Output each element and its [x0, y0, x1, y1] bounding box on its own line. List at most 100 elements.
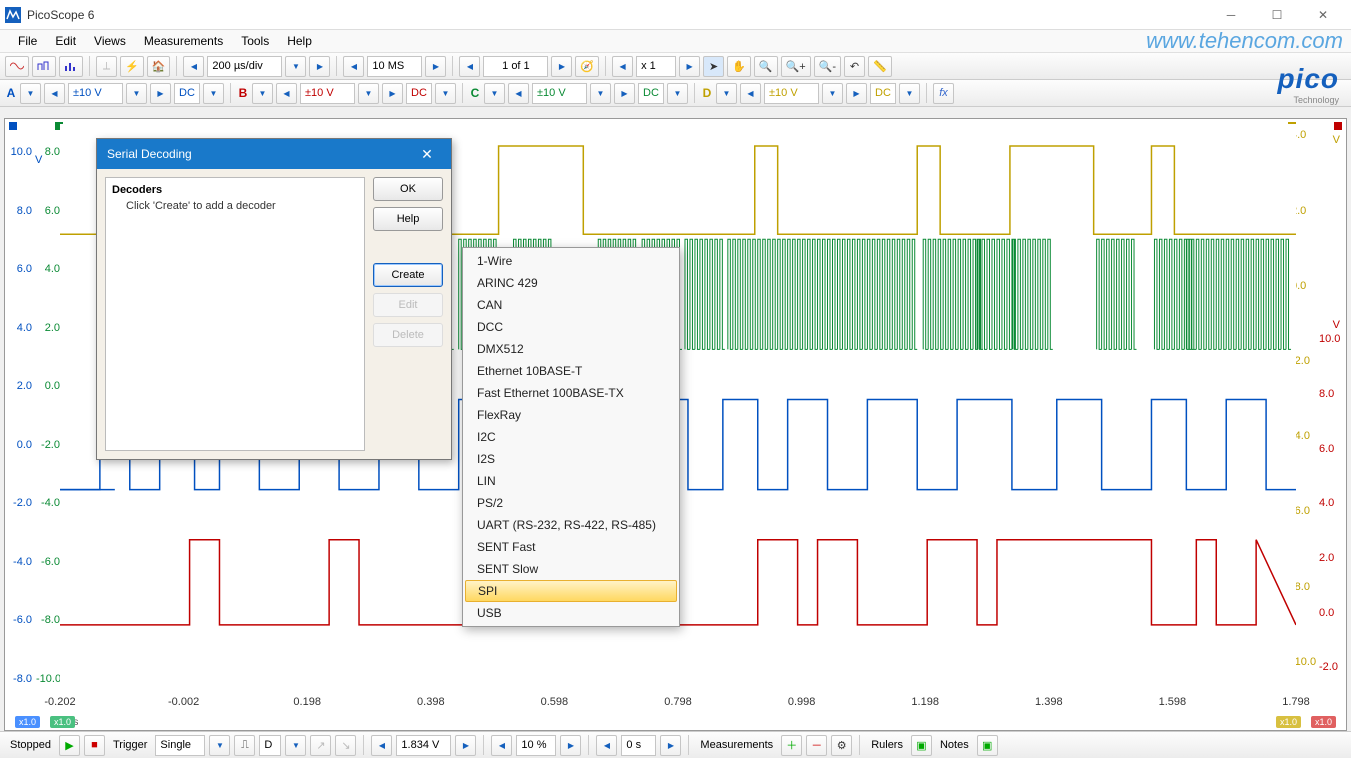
delay-prev[interactable]: ◀	[596, 735, 617, 756]
ch-b-range-next[interactable]: ▶	[382, 83, 403, 104]
close-button[interactable]: ✕	[1300, 0, 1346, 30]
trigger-pretrig[interactable]: 10 %	[516, 735, 556, 756]
ch-d-range-next[interactable]: ▶	[846, 83, 867, 104]
timediv-next[interactable]: ▶	[309, 56, 330, 77]
ch-d-range-prev[interactable]: ◀	[740, 83, 761, 104]
decoder-item-can[interactable]: CAN	[463, 294, 679, 316]
level-prev[interactable]: ◀	[371, 735, 392, 756]
ch-c-coupling[interactable]: DC	[638, 83, 664, 104]
page-first[interactable]: ◀	[459, 56, 480, 77]
trigger-falling-icon[interactable]: ↘	[335, 735, 356, 756]
ruler-tool-icon[interactable]: 📏	[868, 56, 892, 77]
notes-button[interactable]: ▣	[977, 735, 998, 756]
undo-zoom-icon[interactable]: ↶	[844, 56, 865, 77]
timediv-dropdown[interactable]: ▼	[285, 56, 306, 77]
pretrig-prev[interactable]: ◀	[491, 735, 512, 756]
ch-a-range[interactable]: ±10 V	[68, 83, 123, 104]
menu-views[interactable]: Views	[86, 31, 134, 51]
zoom-tag-red[interactable]: x1.0	[1311, 716, 1336, 728]
delay-next[interactable]: ▶	[660, 735, 681, 756]
ch-b-coupling[interactable]: DC	[406, 83, 432, 104]
ch-b-range-prev[interactable]: ◀	[276, 83, 297, 104]
pretrig-next[interactable]: ▶	[560, 735, 581, 756]
timediv-field[interactable]: 200 µs/div	[207, 56, 282, 77]
scope-mode-icon[interactable]	[5, 56, 29, 77]
dialog-titlebar[interactable]: Serial Decoding ✕	[97, 139, 451, 169]
menu-tools[interactable]: Tools	[233, 31, 277, 51]
menu-measurements[interactable]: Measurements	[136, 31, 231, 51]
decoder-item-1-wire[interactable]: 1-Wire	[463, 250, 679, 272]
zoom-next[interactable]: ▶	[679, 56, 700, 77]
ch-a-dropdown[interactable]: ▼	[20, 83, 41, 104]
menu-file[interactable]: File	[10, 31, 45, 51]
pointer-icon[interactable]: ➤	[703, 56, 724, 77]
samples-next[interactable]: ▶	[425, 56, 446, 77]
zoom-box-icon[interactable]: 🔍	[754, 56, 778, 77]
dialog-create-button[interactable]: Create	[373, 263, 443, 287]
signal-gen-icon[interactable]: ⚡	[120, 56, 144, 77]
zoom-tag-blue[interactable]: x1.0	[15, 716, 40, 728]
persistence-mode-icon[interactable]	[32, 56, 56, 77]
ch-c-coupling-dd[interactable]: ▼	[667, 83, 688, 104]
decoder-item-spi[interactable]: SPI	[465, 580, 677, 602]
menu-edit[interactable]: Edit	[47, 31, 84, 51]
maximize-button[interactable]: ☐	[1254, 0, 1300, 30]
channel-c-label[interactable]: C	[469, 86, 481, 100]
run-button[interactable]: ▶	[59, 735, 80, 756]
trigger-mode[interactable]: Single	[155, 735, 205, 756]
ch-c-range-next[interactable]: ▶	[614, 83, 635, 104]
compass-icon[interactable]: 🧭	[575, 56, 599, 77]
ch-b-coupling-dd[interactable]: ▼	[435, 83, 456, 104]
trigger-mode-dd[interactable]: ▼	[209, 735, 230, 756]
spectrum-mode-icon[interactable]	[59, 56, 83, 77]
decoder-item-sent-slow[interactable]: SENT Slow	[463, 558, 679, 580]
ch-d-coupling-dd[interactable]: ▼	[899, 83, 920, 104]
ch-c-range-dd[interactable]: ▼	[590, 83, 611, 104]
timediv-prev[interactable]: ◀	[183, 56, 204, 77]
zoom-tag-yellow[interactable]: x1.0	[1276, 716, 1301, 728]
decoder-item-dcc[interactable]: DCC	[463, 316, 679, 338]
rulers-button[interactable]: ▣	[911, 735, 932, 756]
dialog-close-button[interactable]: ✕	[413, 146, 441, 163]
page-next[interactable]: ▶	[551, 56, 572, 77]
decoder-item-uart-rs-232-rs-422-rs-485-[interactable]: UART (RS-232, RS-422, RS-485)	[463, 514, 679, 536]
ch-a-range-prev[interactable]: ◀	[44, 83, 65, 104]
decoder-item-sent-fast[interactable]: SENT Fast	[463, 536, 679, 558]
measurements-add[interactable]: ＋	[781, 735, 802, 756]
decoder-item-ps-2[interactable]: PS/2	[463, 492, 679, 514]
ch-d-coupling[interactable]: DC	[870, 83, 896, 104]
dialog-ok-button[interactable]: OK	[373, 177, 443, 201]
trigger-level[interactable]: 1.834 V	[396, 735, 451, 756]
ch-c-range[interactable]: ±10 V	[532, 83, 587, 104]
decoder-item-dmx512[interactable]: DMX512	[463, 338, 679, 360]
minimize-button[interactable]: ─	[1208, 0, 1254, 30]
ch-c-range-prev[interactable]: ◀	[508, 83, 529, 104]
decoder-item-i2c[interactable]: I2C	[463, 426, 679, 448]
decoder-item-i2s[interactable]: I2S	[463, 448, 679, 470]
zoom-out-icon[interactable]: 🔍-	[814, 56, 841, 77]
samples-field[interactable]: 10 MS	[367, 56, 422, 77]
ch-b-range-dd[interactable]: ▼	[358, 83, 379, 104]
level-next[interactable]: ▶	[455, 735, 476, 756]
hand-icon[interactable]: ✋	[727, 56, 751, 77]
ch-c-dropdown[interactable]: ▼	[484, 83, 505, 104]
decoder-item-flexray[interactable]: FlexRay	[463, 404, 679, 426]
measurements-remove[interactable]: －	[806, 735, 827, 756]
trigger-rising-icon[interactable]: ↗	[310, 735, 331, 756]
decoder-item-fast-ethernet-100base-tx[interactable]: Fast Ethernet 100BASE-TX	[463, 382, 679, 404]
trigger-chan[interactable]: D	[259, 735, 281, 756]
trigger-edge-icon[interactable]: ⎍	[234, 735, 255, 756]
ch-a-range-dd[interactable]: ▼	[126, 83, 147, 104]
trigger-delay[interactable]: 0 s	[621, 735, 656, 756]
zoom-in-icon[interactable]: 🔍+	[781, 56, 811, 77]
ch-a-coupling-dd[interactable]: ▼	[203, 83, 224, 104]
measurements-settings[interactable]: ⚙	[831, 735, 852, 756]
samples-prev[interactable]: ◀	[343, 56, 364, 77]
ch-d-dropdown[interactable]: ▼	[716, 83, 737, 104]
channel-b-label[interactable]: B	[237, 86, 249, 100]
zoom-tag-green[interactable]: x1.0	[50, 716, 75, 728]
ch-a-range-next[interactable]: ▶	[150, 83, 171, 104]
zoom-field[interactable]: x 1	[636, 56, 676, 77]
ch-d-range-dd[interactable]: ▼	[822, 83, 843, 104]
channel-a-label[interactable]: A	[5, 86, 17, 100]
